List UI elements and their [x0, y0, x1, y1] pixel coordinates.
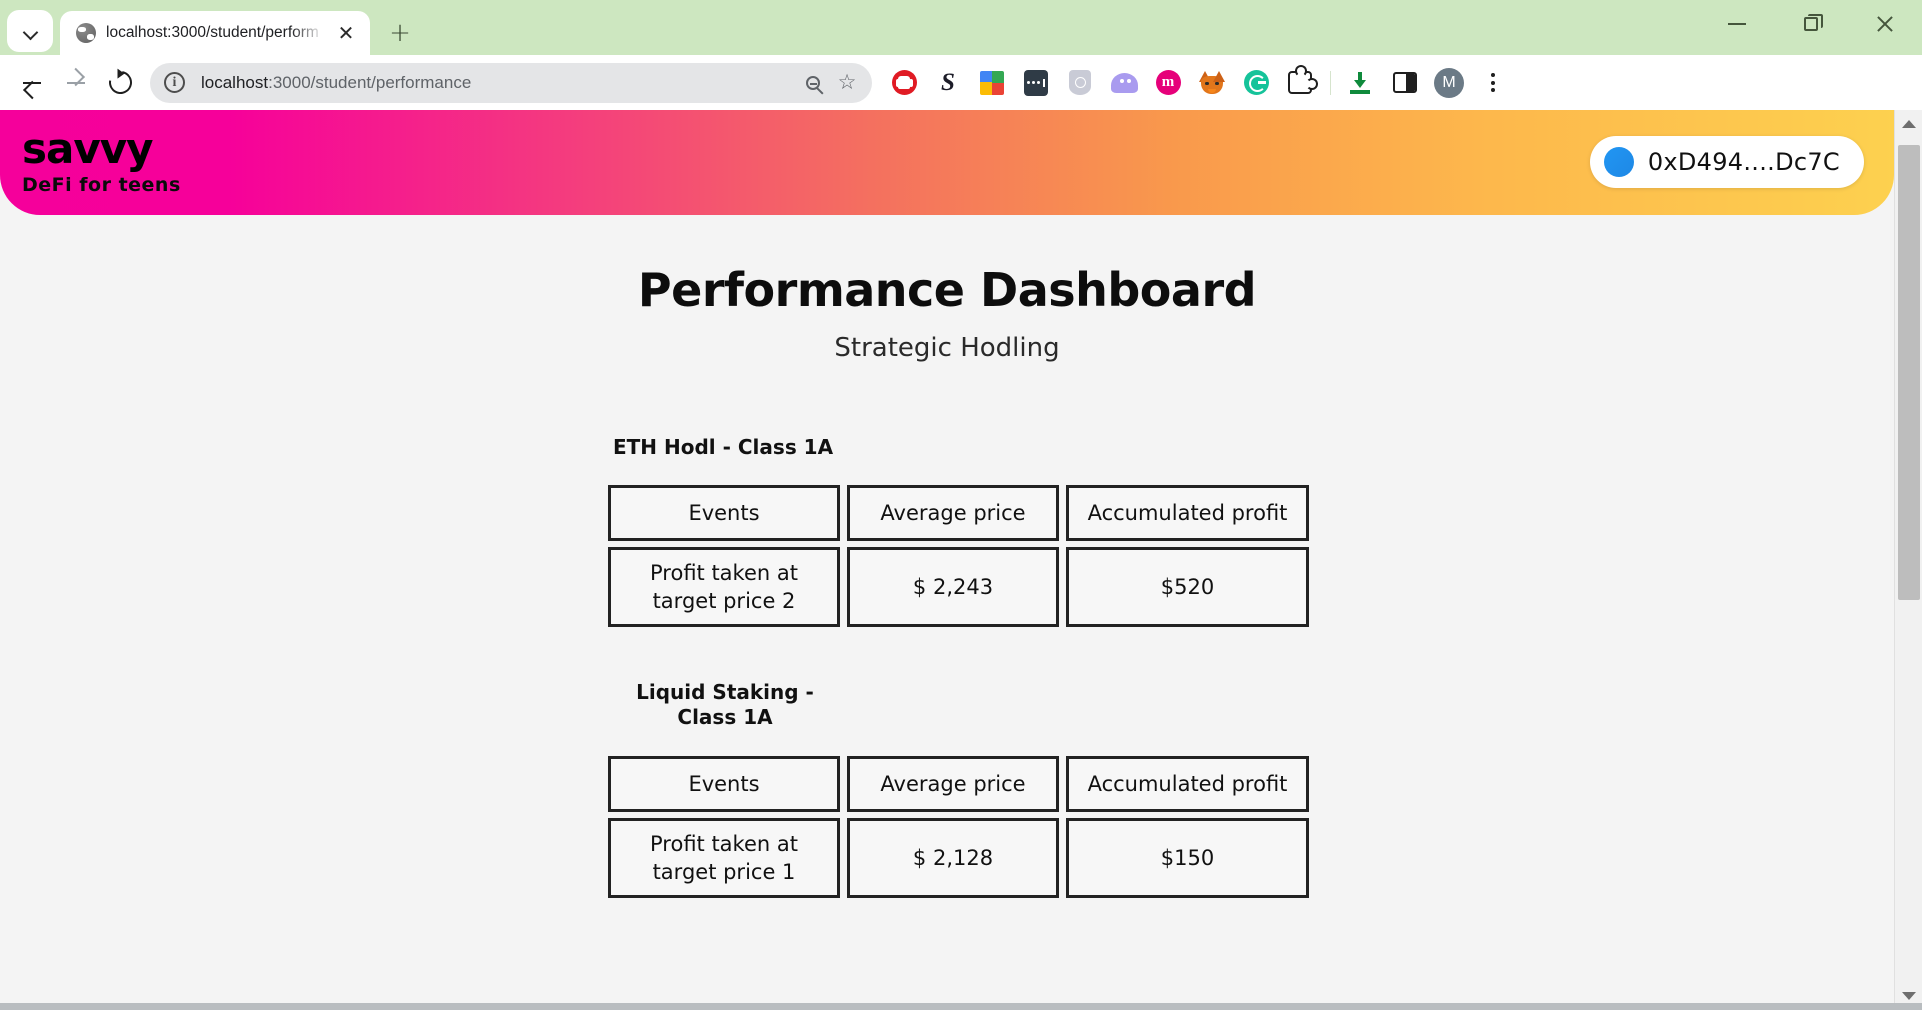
password-manager-icon[interactable] — [1014, 61, 1058, 105]
shield-privacy-icon[interactable] — [1058, 61, 1102, 105]
minimize-icon — [1728, 23, 1746, 25]
kebab-menu-icon[interactable] — [1471, 61, 1515, 105]
browser-toolbar: i localhost:3000/student/performance ☆ S… — [0, 55, 1922, 110]
cell-average-price: $ 2,128 — [847, 818, 1059, 898]
back-button[interactable] — [10, 61, 54, 105]
cell-average-price: $ 2,243 — [847, 547, 1059, 627]
back-arrow-icon — [21, 72, 43, 94]
section-title-line2: Class 1A — [677, 705, 773, 729]
table-header-row: Events Average price Accumulated profit — [608, 756, 1309, 812]
scroll-up-icon — [1902, 120, 1916, 128]
maximize-button[interactable] — [1774, 0, 1848, 48]
page-scrollbar[interactable] — [1894, 110, 1922, 1010]
table-header-row: Events Average price Accumulated profit — [608, 485, 1309, 541]
window-bottom-edge — [0, 1003, 1922, 1010]
url-text: localhost:3000/student/performance — [201, 73, 796, 93]
google-icon[interactable] — [970, 61, 1014, 105]
reload-button[interactable] — [98, 61, 142, 105]
close-icon[interactable]: ✕ — [334, 21, 358, 45]
page-title: Performance Dashboard — [637, 263, 1257, 317]
section-title: Liquid Staking - Class 1A — [635, 680, 815, 730]
reload-icon — [103, 66, 137, 99]
browser-window: localhost:3000/student/perform ✕ + i loc… — [0, 0, 1922, 1010]
section-eth-hodl: ETH Hodl - Class 1A Events Average price… — [0, 435, 1894, 633]
page-viewport: savvy DeFi for teens 0xD494....Dc7C Perf… — [0, 110, 1922, 1010]
cell-event: Profit taken at target price 1 — [608, 818, 840, 898]
toolbar-divider — [1330, 70, 1331, 95]
star-icon[interactable]: ☆ — [830, 66, 864, 100]
performance-table: Events Average price Accumulated profit … — [601, 750, 1316, 904]
column-header-events: Events — [608, 485, 840, 541]
zoom-out-icon[interactable] — [796, 66, 830, 100]
side-panel-icon[interactable] — [1383, 61, 1427, 105]
tab-title: localhost:3000/student/perform — [106, 24, 319, 41]
section-liquid-staking: Liquid Staking - Class 1A Events Average … — [0, 680, 1894, 904]
url-host: localhost — [201, 72, 269, 92]
restore-icon — [1804, 14, 1823, 31]
column-header-accumulated-profit: Accumulated profit — [1066, 756, 1309, 812]
avatar-initial: M — [1434, 67, 1464, 98]
forward-button[interactable] — [54, 61, 98, 105]
forward-arrow-icon — [65, 72, 87, 94]
close-icon — [1875, 14, 1895, 34]
site-info-icon[interactable]: i — [164, 72, 185, 93]
section-title-line1: Liquid Staking - — [636, 680, 814, 704]
scroll-up-button[interactable] — [1895, 110, 1922, 138]
scrollbar-thumb[interactable] — [1898, 145, 1920, 600]
wallet-avatar-icon — [1603, 147, 1634, 177]
address-bar[interactable]: i localhost:3000/student/performance ☆ — [150, 62, 872, 103]
tab-search-button[interactable] — [7, 9, 53, 52]
extensions-puzzle-icon[interactable] — [1278, 61, 1322, 105]
section-title: ETH Hodl - Class 1A — [613, 435, 834, 459]
column-header-accumulated-profit: Accumulated profit — [1066, 485, 1309, 541]
metamask-fox-icon[interactable] — [1190, 61, 1234, 105]
brand-tagline: DeFi for teens — [22, 174, 181, 197]
brand-logo[interactable]: savvy DeFi for teens — [22, 123, 181, 197]
tab-search-area — [0, 0, 60, 55]
scroll-down-icon — [1902, 992, 1916, 1000]
chevron-down-icon — [24, 27, 37, 35]
browser-titlebar: localhost:3000/student/perform ✕ + — [0, 0, 1922, 55]
site-header: savvy DeFi for teens 0xD494....Dc7C — [0, 110, 1894, 215]
browser-tab-active[interactable]: localhost:3000/student/perform ✕ — [60, 11, 370, 55]
cell-accumulated-profit: $520 — [1066, 547, 1309, 627]
wallet-address-label: 0xD494....Dc7C — [1647, 148, 1840, 176]
window-controls — [1700, 0, 1922, 48]
close-window-button[interactable] — [1848, 0, 1922, 48]
globe-icon — [76, 23, 96, 43]
scribe-s-icon[interactable]: S — [926, 61, 970, 105]
page-content: savvy DeFi for teens 0xD494....Dc7C Perf… — [0, 110, 1894, 904]
table-row: Profit taken at target price 1 $ 2,128 $… — [608, 818, 1309, 898]
metamask-m-icon[interactable]: m — [1146, 61, 1190, 105]
page-subtitle: Strategic Hodling — [834, 333, 1060, 363]
table-row: Profit taken at target price 2 $ 2,243 $… — [608, 547, 1309, 627]
cell-event: Profit taken at target price 2 — [608, 547, 840, 627]
extensions-area: S m M — [882, 61, 1515, 105]
column-header-events: Events — [608, 756, 840, 812]
url-path: :3000/student/performance — [268, 72, 472, 92]
cell-accumulated-profit: $150 — [1066, 818, 1309, 898]
new-tab-button[interactable]: + — [380, 13, 420, 53]
column-header-average-price: Average price — [847, 485, 1059, 541]
ghostery-icon[interactable] — [1102, 61, 1146, 105]
wallet-address-button[interactable]: 0xD494....Dc7C — [1589, 136, 1864, 188]
download-icon[interactable] — [1339, 61, 1383, 105]
performance-table: Events Average price Accumulated profit … — [601, 479, 1316, 633]
minimize-button[interactable] — [1700, 0, 1774, 48]
grammarly-icon[interactable] — [1234, 61, 1278, 105]
profile-avatar[interactable]: M — [1427, 61, 1471, 105]
adblock-icon[interactable] — [882, 61, 926, 105]
brand-name: savvy — [22, 123, 153, 173]
column-header-average-price: Average price — [847, 756, 1059, 812]
